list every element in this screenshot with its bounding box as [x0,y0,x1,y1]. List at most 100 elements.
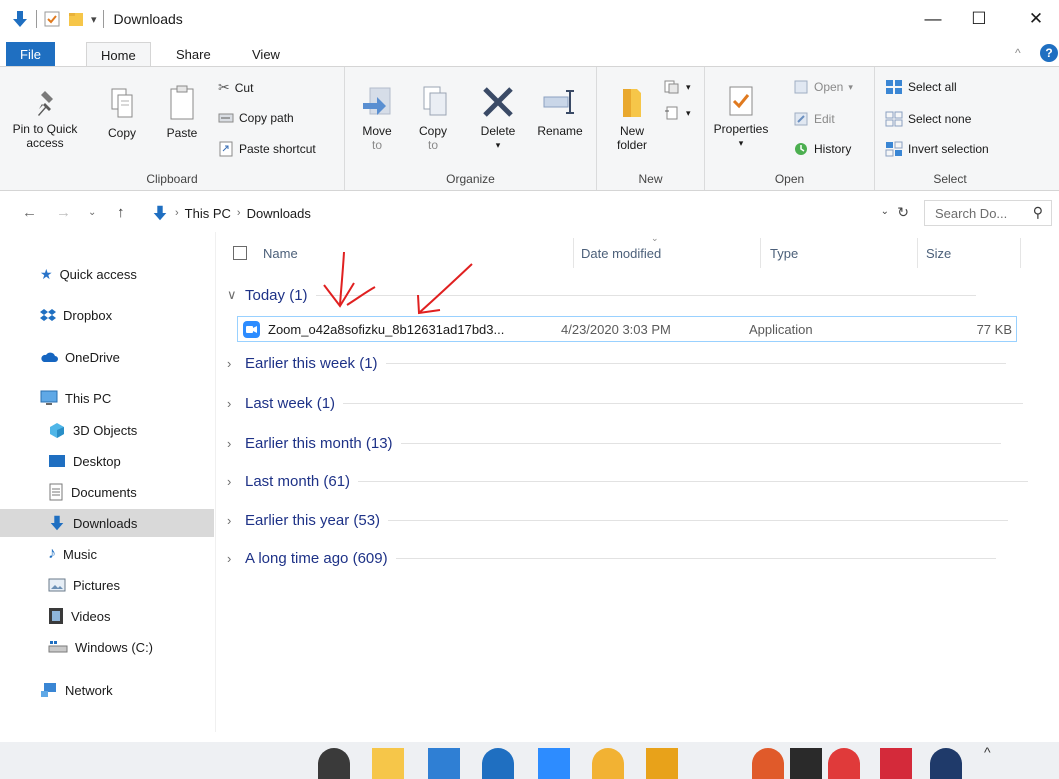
file-row[interactable]: Zoom_o42a8sofizku_8b12631ad17bd3... 4/23… [237,316,1017,342]
column-divider[interactable] [1020,238,1021,268]
group-header-earlier-this-week[interactable]: › Earlier this week (1) [227,352,1006,374]
column-header-date[interactable]: Date modified [581,246,661,261]
search-input[interactable]: Search Do... [935,206,1007,221]
group-header-earlier-this-year[interactable]: › Earlier this year (53) [227,509,1009,531]
organize-group-label: Organize [446,172,495,186]
nav-item-music[interactable]: ♪ Music [0,540,214,568]
group-label: Today (1) [245,286,308,304]
nav-item-this-pc[interactable]: This PC [0,384,214,412]
nav-item-pictures[interactable]: Pictures [0,571,214,599]
taskbar-firefox-icon[interactable] [752,748,784,779]
breadcrumb-this-pc[interactable]: This PC [185,206,231,221]
nav-item-videos[interactable]: Videos [0,602,214,630]
taskbar-mail-icon[interactable] [428,748,460,779]
nav-item-network[interactable]: Network [0,676,214,704]
maximize-button[interactable]: ☐ [956,4,1002,34]
properties-check-icon[interactable] [43,10,61,28]
taskbar-app-icon[interactable] [828,748,860,779]
nav-item-desktop[interactable]: Desktop [0,447,214,475]
nav-item-3d-objects[interactable]: 3D Objects [0,416,214,444]
group-header-last-week[interactable]: › Last week (1) [227,392,1024,414]
close-button[interactable]: ✕ [1013,4,1059,34]
invert-selection-button[interactable]: Invert selection [885,141,989,157]
back-arrow-icon[interactable]: ← [22,204,37,221]
minimize-button[interactable]: — [910,4,956,34]
recent-locations-chevron-icon[interactable]: ⌄ [88,207,96,218]
select-none-label: Select none [908,112,972,126]
nav-item-windows-c[interactable]: Windows (C:) [0,633,214,661]
window-title: Downloads [113,11,183,27]
nav-item-documents[interactable]: Documents [0,478,214,506]
open-button[interactable]: Open ▾ [793,79,853,95]
breadcrumb-downloads[interactable]: Downloads [247,206,311,221]
paste-shortcut-button[interactable]: Paste shortcut [218,141,316,157]
pin-to-quick-access-button[interactable]: Pin to Quick access [10,87,80,150]
nav-label: OneDrive [65,349,120,365]
copy-button[interactable]: Copy [102,87,142,140]
refresh-icon[interactable]: ↻ [897,204,909,221]
group-header-long-time-ago[interactable]: › A long time ago (609) [227,547,996,569]
scissors-icon: ✂ [218,79,230,95]
select-all-checkbox[interactable] [233,246,247,260]
chevron-right-icon: › [227,355,232,371]
delete-button[interactable]: Delete ▾ [473,85,523,152]
history-button[interactable]: History [793,141,851,157]
up-arrow-icon[interactable]: ↑ [117,204,125,221]
properties-button[interactable]: Properties ▾ [711,83,771,150]
address-bar[interactable]: › This PC › Downloads ⌄ ↻ [146,200,916,226]
search-icon[interactable]: ⚲ [1033,204,1043,221]
taskbar-app-icon[interactable] [930,748,962,779]
taskbar-chrome-icon[interactable] [592,748,624,779]
taskbar-file-explorer-icon[interactable] [372,748,404,779]
collapse-ribbon-icon[interactable]: ^ [1015,46,1021,60]
navigation-pane: ★ Quick access Dropbox OneDrive This PC … [0,232,216,732]
group-header-last-month[interactable]: › Last month (61) [227,470,1029,492]
edit-button[interactable]: Edit [793,111,835,127]
show-hidden-icons-chevron-icon[interactable]: ^ [984,744,991,760]
column-header-type[interactable]: Type [770,246,798,261]
copy-path-button[interactable]: Copy path [218,111,294,125]
computer-icon [40,390,58,405]
copy-to-button[interactable]: Copy to [413,85,453,152]
select-all-button[interactable]: Select all [885,79,957,95]
customize-toolbar-icon[interactable]: ▾ [91,13,97,26]
address-dropdown-icon[interactable]: ⌄ [881,206,889,217]
nav-item-downloads[interactable]: Downloads [0,509,214,537]
paste-button[interactable]: Paste [160,85,204,140]
nav-item-quick-access[interactable]: ★ Quick access [0,260,214,288]
forward-arrow-icon[interactable]: → [56,204,71,221]
group-header-earlier-this-month[interactable]: › Earlier this month (13) [227,432,1001,454]
move-to-button[interactable]: Move to [357,85,397,152]
column-header-size[interactable]: Size [926,246,951,261]
taskbar-edge-icon[interactable] [482,748,514,779]
nav-item-dropbox[interactable]: Dropbox [0,301,214,329]
taskbar-search-icon[interactable] [318,748,350,779]
search-box[interactable]: Search Do... ⚲ [924,200,1052,226]
tab-share[interactable]: Share [162,42,225,66]
help-icon[interactable]: ? [1040,44,1058,62]
column-divider[interactable] [917,238,918,268]
taskbar-app-icon[interactable] [790,748,822,779]
new-item-dropdown-icon: ▾ [686,81,691,92]
taskbar-zoom-icon[interactable] [538,748,570,779]
taskbar-app-icon[interactable] [880,748,912,779]
nav-label: Quick access [59,266,137,282]
tab-home[interactable]: Home [86,42,151,67]
taskbar-app-icon[interactable] [646,748,678,779]
new-item-button[interactable]: ▾ [663,79,691,95]
column-divider[interactable] [760,238,761,268]
rename-button[interactable]: Rename [531,85,589,138]
select-none-button[interactable]: Select none [885,111,971,127]
column-divider[interactable] [573,238,574,268]
open-group: Properties ▾ Open ▾ Edit History Open [705,67,875,190]
tab-file[interactable]: File [6,42,55,66]
group-header-today[interactable]: ∨ Today (1) [227,284,976,306]
cut-button[interactable]: ✂ Cut [218,79,253,96]
group-divider-line [343,402,1024,404]
new-folder-button[interactable]: New folder [607,85,657,152]
nav-item-onedrive[interactable]: OneDrive [0,343,214,371]
column-header-name[interactable]: Name [263,246,298,261]
easy-access-button[interactable]: ▾ [663,105,691,121]
new-folder-icon[interactable] [67,10,85,28]
tab-view[interactable]: View [238,42,294,66]
